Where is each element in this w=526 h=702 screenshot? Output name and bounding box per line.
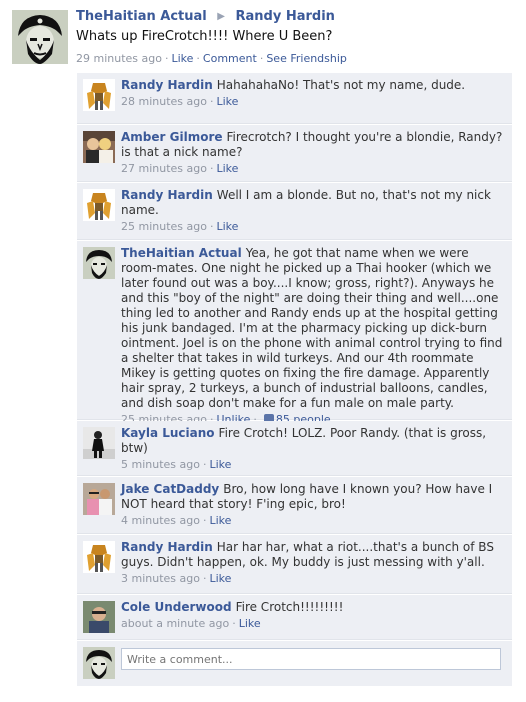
comment-list: Randy Hardin HahahahaNo! That's not my na… bbox=[77, 73, 512, 686]
commenter-avatar[interactable] bbox=[83, 131, 115, 163]
post-author-link[interactable]: TheHaitian Actual bbox=[76, 9, 207, 24]
comment-author[interactable]: Cole Underwood bbox=[121, 600, 232, 614]
comment-like-link[interactable]: Like bbox=[216, 162, 238, 175]
current-user-avatar bbox=[83, 647, 115, 679]
comment-author[interactable]: Randy Hardin bbox=[121, 540, 213, 554]
comment-like-link[interactable]: Like bbox=[239, 617, 261, 630]
comment-author[interactable]: Jake CatDaddy bbox=[121, 482, 219, 496]
comment-time[interactable]: about a minute ago bbox=[121, 617, 229, 630]
comment: Jake CatDaddy Bro, how long have I known … bbox=[77, 477, 512, 534]
post-time[interactable]: 29 minutes ago bbox=[76, 52, 162, 65]
comment: Kayla Luciano Fire Crotch! LOLZ. Poor Ran… bbox=[77, 421, 512, 476]
comment: TheHaitian Actual Yea, he got that name w… bbox=[77, 241, 512, 426]
comment-like-link[interactable]: Like bbox=[216, 220, 238, 233]
comment-like-link[interactable]: Like bbox=[209, 514, 231, 527]
commenter-avatar[interactable] bbox=[83, 427, 115, 459]
comment: Randy Hardin Har har har, what a riot....… bbox=[77, 535, 512, 594]
comment-input[interactable] bbox=[121, 648, 501, 670]
comment-like-link[interactable]: Like bbox=[216, 95, 238, 108]
comment: Cole Underwood Fire Crotch!!!!!!!!! about… bbox=[77, 595, 512, 640]
commenter-avatar[interactable] bbox=[83, 601, 115, 633]
author-avatar[interactable] bbox=[12, 10, 68, 64]
comment-time[interactable]: 28 minutes ago bbox=[121, 95, 207, 108]
comment-text: Fire Crotch!!!!!!!!! bbox=[235, 600, 344, 614]
commenter-avatar[interactable] bbox=[83, 541, 115, 573]
comment-author[interactable]: Amber Gilmore bbox=[121, 130, 223, 144]
wall-post: TheHaitian Actual ▶ Randy Hardin Whats u… bbox=[0, 0, 526, 702]
post-target-link[interactable]: Randy Hardin bbox=[236, 9, 335, 24]
comment-time[interactable]: 5 minutes ago bbox=[121, 458, 200, 471]
post-like-link[interactable]: Like bbox=[171, 52, 193, 65]
comment-author[interactable]: Kayla Luciano bbox=[121, 426, 215, 440]
comment-text: Yea, he got that name when we were room-… bbox=[121, 246, 503, 410]
commenter-avatar[interactable] bbox=[83, 483, 115, 515]
commenter-avatar[interactable] bbox=[83, 247, 115, 279]
comment-time[interactable]: 27 minutes ago bbox=[121, 162, 207, 175]
post-comment-link[interactable]: Comment bbox=[203, 52, 257, 65]
post-meta: 29 minutes ago · Like · Comment · See Friendsh… bbox=[76, 52, 347, 65]
comment-like-link[interactable]: Like bbox=[209, 572, 231, 585]
post-message: Whats up FireCrotch!!!! Where U Been? bbox=[76, 29, 333, 44]
commenter-avatar[interactable] bbox=[83, 189, 115, 221]
arrow-right-icon: ▶ bbox=[217, 11, 225, 22]
see-friendship-link[interactable]: See Friendship bbox=[266, 52, 347, 65]
write-comment-box bbox=[77, 641, 512, 686]
comment-time[interactable]: 25 minutes ago bbox=[121, 220, 207, 233]
comment-author[interactable]: Randy Hardin bbox=[121, 188, 213, 202]
commenter-avatar[interactable] bbox=[83, 79, 115, 111]
comment-like-link[interactable]: Like bbox=[209, 458, 231, 471]
comment: Randy Hardin HahahahaNo! That's not my na… bbox=[77, 73, 512, 124]
comment-time[interactable]: 4 minutes ago bbox=[121, 514, 200, 527]
comment-time[interactable]: 3 minutes ago bbox=[121, 572, 200, 585]
comment-author[interactable]: TheHaitian Actual bbox=[121, 246, 242, 260]
comment-author[interactable]: Randy Hardin bbox=[121, 78, 213, 92]
comment: Randy Hardin Well I am a blonde. But no, … bbox=[77, 183, 512, 240]
comment-text: HahahahaNo! That's not my name, dude. bbox=[216, 78, 466, 92]
comment: Amber Gilmore Firecrotch? I thought you'r… bbox=[77, 125, 512, 182]
